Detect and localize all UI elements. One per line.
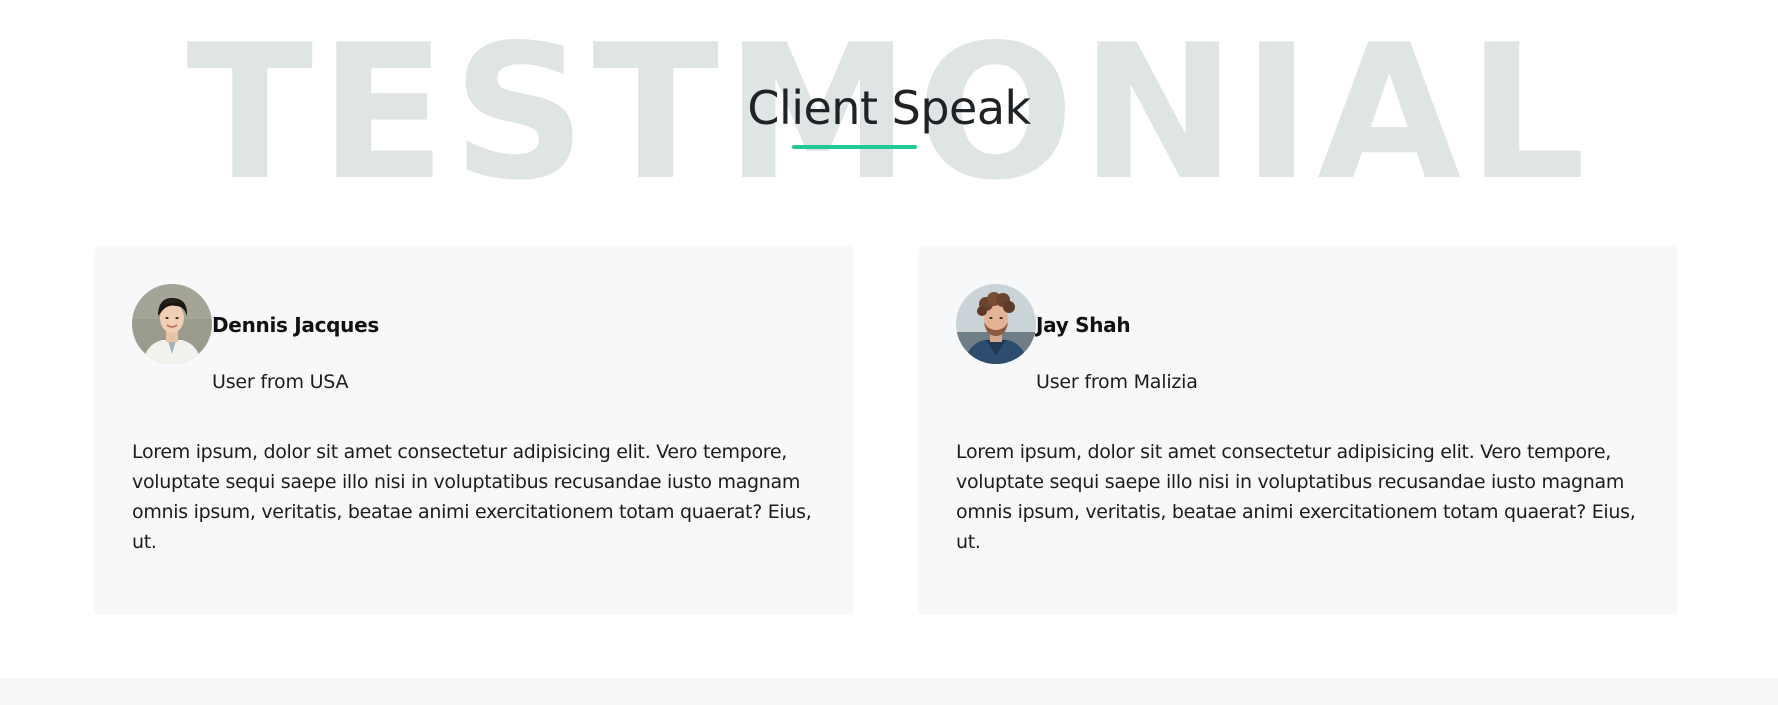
testimonial-author-name: Jay Shah <box>1036 313 1131 337</box>
testimonial-author-role: User from Malizia <box>1036 371 1198 393</box>
testimonial-author-role: User from USA <box>212 371 349 393</box>
testimonial-card: Dennis Jacques User from USA Lorem ipsum… <box>94 246 854 615</box>
testimonial-quote: Lorem ipsum, dolor sit amet consectetur … <box>132 441 812 553</box>
testimonial-card: Jay Shah User from Malizia Lorem ipsum, … <box>918 246 1678 615</box>
avatar <box>132 284 212 364</box>
testimonial-quote: Lorem ipsum, dolor sit amet consectetur … <box>956 441 1636 553</box>
avatar <box>956 284 1036 364</box>
avatar-photo-icon <box>956 284 1036 364</box>
next-section-edge <box>0 678 1778 705</box>
testimonial-cards: Dennis Jacques User from USA Lorem ipsum… <box>0 0 1778 705</box>
avatar-photo-icon <box>132 284 212 364</box>
testimonial-author-name: Dennis Jacques <box>212 313 379 337</box>
